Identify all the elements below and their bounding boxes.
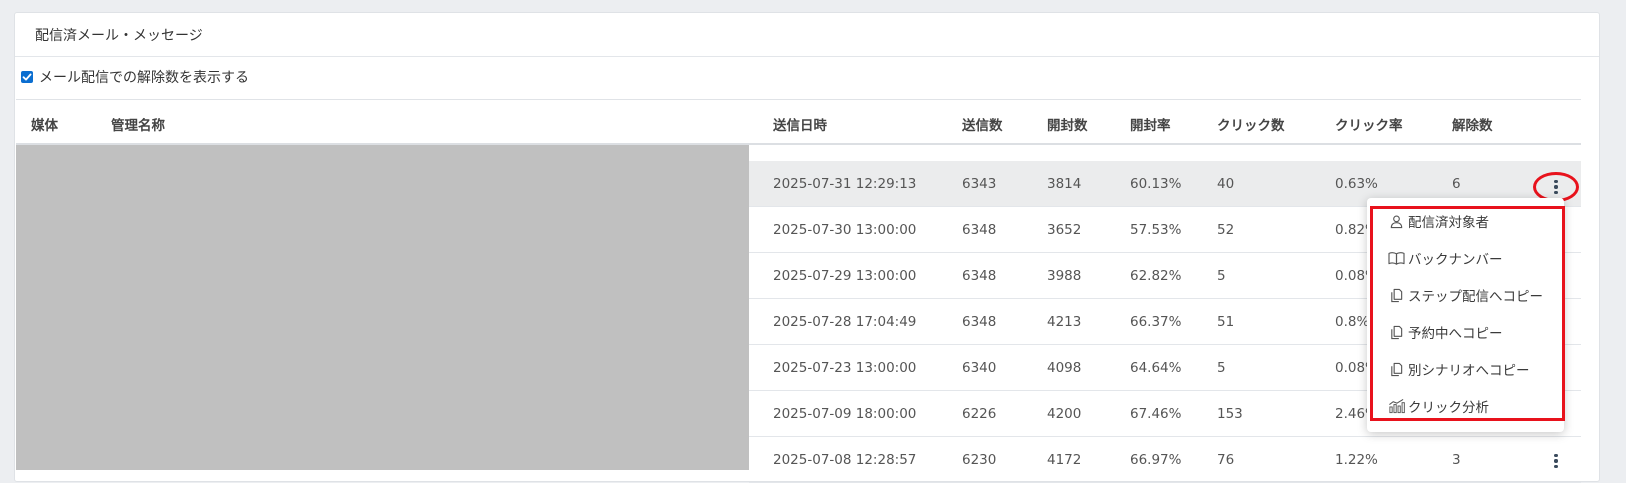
cell-open-rate: 67.46% (1130, 406, 1182, 422)
cell-clicks: 5 (1217, 268, 1226, 284)
cell-sent-at: 2025-07-30 13:00:00 (773, 222, 917, 238)
cell-opened: 3988 (1047, 268, 1082, 284)
cell-opened: 3652 (1047, 222, 1082, 238)
cell-opened: 4200 (1047, 406, 1082, 422)
cell-sent: 6230 (962, 452, 997, 468)
cell-open-rate: 60.13% (1130, 176, 1182, 192)
cell-clicks: 153 (1217, 406, 1243, 422)
cell-sent-at: 2025-07-09 18:00:00 (773, 406, 917, 422)
menu-item-back-numbers[interactable]: バックナンバー (1388, 246, 1503, 270)
header-opened[interactable]: 開封数 (1047, 114, 1088, 134)
panel-title: 配信済メール・メッセージ (15, 13, 1599, 57)
cell-clicks: 51 (1217, 314, 1235, 330)
header-sent[interactable]: 送信数 (962, 114, 1003, 134)
cell-open-rate: 64.64% (1130, 360, 1182, 376)
cell-sent-at: 2025-07-31 12:29:13 (773, 176, 917, 192)
table-row[interactable]: 2025-07-08 12:28:57 6230 4172 66.97% 76 … (749, 437, 1581, 483)
menu-item-copy-to-other-scenario[interactable]: 別シナリオへコピー (1388, 357, 1530, 381)
header-name[interactable]: 管理名称 (111, 114, 165, 134)
cell-opened: 4098 (1047, 360, 1082, 376)
redacted-area (16, 145, 749, 470)
cell-clicks: 52 (1217, 222, 1235, 238)
cell-sent: 6226 (962, 406, 997, 422)
cell-clicks: 5 (1217, 360, 1226, 376)
menu-item-copy-to-step[interactable]: ステップ配信へコピー (1388, 283, 1543, 307)
checkmark-icon (22, 73, 32, 81)
menu-item-click-analysis[interactable]: クリック分析 (1388, 394, 1489, 418)
cell-open-rate: 57.53% (1130, 222, 1182, 238)
show-unsubscribe-label: メール配信での解除数を表示する (39, 70, 249, 86)
cell-sent-at: 2025-07-28 17:04:49 (773, 314, 917, 330)
header-media[interactable]: 媒体 (31, 114, 58, 134)
show-unsubscribe-checkbox[interactable] (21, 71, 33, 83)
copy-icon (1388, 324, 1405, 341)
table-header: 媒体 管理名称 送信日時 送信数 開封数 開封率 クリック数 クリック率 解除数 (16, 100, 1581, 145)
cell-sent-at: 2025-07-23 13:00:00 (773, 360, 917, 376)
header-open-rate[interactable]: 開封率 (1130, 114, 1171, 134)
cell-open-rate: 66.37% (1130, 314, 1182, 330)
cell-sent: 6348 (962, 314, 997, 330)
cell-unsubscribes: 6 (1452, 176, 1461, 192)
copy-icon (1388, 287, 1405, 304)
book-icon (1388, 250, 1405, 267)
cell-opened: 4213 (1047, 314, 1082, 330)
menu-item-copy-to-scheduled[interactable]: 予約中へコピー (1388, 320, 1503, 344)
user-icon (1388, 213, 1405, 230)
cell-clicks: 40 (1217, 176, 1235, 192)
cell-unsubscribes: 3 (1452, 452, 1461, 468)
cell-clicks: 76 (1217, 452, 1235, 468)
cell-open-rate: 62.82% (1130, 268, 1182, 284)
chart-icon (1388, 398, 1405, 415)
cell-sent: 6348 (962, 268, 997, 284)
cell-click-rate: 1.22% (1335, 452, 1378, 468)
copy-icon (1388, 361, 1405, 378)
cell-click-rate: 0.63% (1335, 176, 1378, 192)
header-unsubscribes[interactable]: 解除数 (1452, 114, 1493, 134)
header-clicks[interactable]: クリック数 (1217, 114, 1285, 134)
show-unsubscribe-option[interactable]: メール配信での解除数を表示する (21, 67, 249, 87)
row-menu-kebab-icon[interactable] (1548, 451, 1564, 471)
cell-sent: 6343 (962, 176, 997, 192)
cell-opened: 4172 (1047, 452, 1082, 468)
cell-click-rate: 0.8% (1335, 314, 1370, 330)
cell-sent-at: 2025-07-29 13:00:00 (773, 268, 917, 284)
menu-item-delivered-recipients[interactable]: 配信済対象者 (1388, 209, 1489, 233)
header-click-rate[interactable]: クリック率 (1335, 114, 1403, 134)
header-sent-at[interactable]: 送信日時 (773, 114, 827, 134)
cell-open-rate: 66.97% (1130, 452, 1182, 468)
cell-opened: 3814 (1047, 176, 1082, 192)
cell-sent: 6340 (962, 360, 997, 376)
cell-sent: 6348 (962, 222, 997, 238)
cell-sent-at: 2025-07-08 12:28:57 (773, 452, 917, 468)
